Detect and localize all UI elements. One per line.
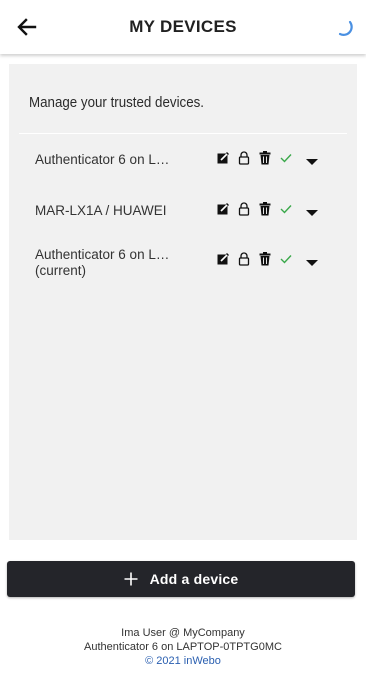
page-title: MY DEVICES bbox=[129, 17, 237, 36]
device-row[interactable]: Authenticator 6 on LAPTOP-0TPTG0MC bbox=[35, 150, 335, 192]
device-name-line: Authenticator 6 on LAPTOP-0TPTG0MC bbox=[35, 152, 175, 167]
delete-button[interactable] bbox=[254, 201, 275, 217]
intro-text: Manage your trusted devices. bbox=[29, 95, 205, 111]
edit-button[interactable] bbox=[212, 201, 233, 217]
device-name: MAR-LX1A / HUAWEI bbox=[35, 203, 175, 219]
lock-icon bbox=[238, 151, 249, 165]
trash-icon bbox=[259, 151, 270, 165]
device-actions bbox=[212, 201, 296, 217]
delete-button[interactable] bbox=[254, 150, 275, 166]
check-button[interactable] bbox=[275, 150, 296, 166]
lock-button[interactable] bbox=[233, 201, 254, 217]
footer-user: Ima User @ MyCompany bbox=[121, 627, 245, 639]
add-device-button[interactable]: Add a device bbox=[7, 561, 355, 597]
footer-device: Authenticator 6 on LAPTOP-0TPTG0MC bbox=[84, 641, 282, 653]
expand-button[interactable] bbox=[305, 154, 319, 165]
caret-down-icon bbox=[306, 210, 318, 216]
check-button[interactable] bbox=[275, 201, 296, 217]
check-button[interactable] bbox=[275, 251, 296, 267]
divider bbox=[19, 133, 347, 134]
check-icon bbox=[280, 154, 292, 163]
device-name: Authenticator 6 on LAPTOP-0TPTG0MC bbox=[35, 152, 175, 168]
device-current-label: (current) bbox=[35, 263, 87, 278]
footer: Ima User @ MyCompany Authenticator 6 on … bbox=[0, 626, 366, 668]
lock-button[interactable] bbox=[233, 251, 254, 267]
app-header: MY DEVICES bbox=[0, 0, 366, 54]
edit-button[interactable] bbox=[212, 150, 233, 166]
device-name: Authenticator 6 on LAPTOP-0TPTG0MC (curr… bbox=[35, 247, 175, 279]
edit-icon bbox=[217, 203, 229, 215]
caret-down-icon bbox=[306, 260, 318, 266]
lock-button[interactable] bbox=[233, 150, 254, 166]
loading-spinner-icon bbox=[336, 14, 356, 38]
edit-icon bbox=[217, 253, 229, 265]
trash-icon bbox=[259, 202, 270, 216]
device-row[interactable]: MAR-LX1A / HUAWEI bbox=[35, 201, 335, 243]
caret-down-icon bbox=[306, 159, 318, 165]
check-icon bbox=[280, 255, 292, 264]
arrow-left-icon bbox=[17, 18, 37, 36]
back-button[interactable] bbox=[14, 14, 40, 40]
expand-button[interactable] bbox=[305, 205, 319, 216]
device-name-line: MAR-LX1A / HUAWEI bbox=[35, 203, 167, 218]
delete-button[interactable] bbox=[254, 251, 275, 267]
edit-icon bbox=[217, 152, 229, 164]
copyright-link[interactable]: © 2021 inWebo bbox=[0, 654, 366, 668]
device-name-line: Authenticator 6 on LAPTOP-0TPTG0MC bbox=[35, 247, 175, 262]
check-icon bbox=[280, 205, 292, 214]
lock-icon bbox=[238, 202, 249, 216]
device-row[interactable]: Authenticator 6 on LAPTOP-0TPTG0MC (curr… bbox=[35, 247, 335, 287]
plus-icon bbox=[124, 572, 138, 586]
device-actions bbox=[212, 150, 296, 166]
devices-panel: Manage your trusted devices. Authenticat… bbox=[9, 64, 357, 540]
add-device-label: Add a device bbox=[149, 571, 239, 587]
expand-button[interactable] bbox=[305, 255, 319, 266]
edit-button[interactable] bbox=[212, 251, 233, 267]
lock-icon bbox=[238, 252, 249, 266]
trash-icon bbox=[259, 252, 270, 266]
device-actions bbox=[212, 251, 296, 267]
